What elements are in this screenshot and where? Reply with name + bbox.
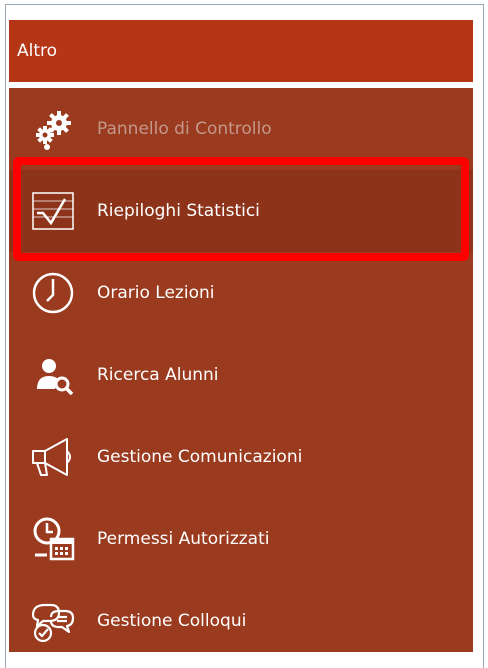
gears-icon [27, 103, 79, 155]
menu-item-orario-lezioni[interactable]: Orario Lezioni [9, 252, 473, 334]
megaphone-icon [27, 431, 79, 483]
menu-item-label: Gestione Colloqui [97, 611, 247, 631]
section-header: Altro [9, 20, 473, 82]
clock-icon [27, 267, 79, 319]
menu-item-label: Riepiloghi Statistici [97, 201, 260, 221]
menu-item-pannello-di-controllo[interactable]: Pannello di Controllo [9, 88, 473, 170]
menu-item-label: Permessi Autorizzati [97, 529, 270, 549]
section-title: Altro [17, 41, 58, 61]
chat-bubbles-icon [27, 595, 79, 647]
menu-item-label: Ricerca Alunni [97, 365, 219, 385]
menu-item-ricerca-alunni[interactable]: Ricerca Alunni [9, 334, 473, 416]
clock-calendar-icon [27, 513, 79, 565]
chart-icon [27, 185, 79, 237]
user-search-icon [27, 349, 79, 401]
menu-list: Pannello di Controllo Riepiloghi Statist… [9, 88, 473, 652]
menu-item-permessi-autorizzati[interactable]: Permessi Autorizzati [9, 498, 473, 580]
menu-item-riepiloghi-statistici[interactable]: Riepiloghi Statistici [9, 170, 473, 252]
menu-item-label: Orario Lezioni [97, 283, 215, 303]
menu-item-label: Pannello di Controllo [97, 119, 272, 139]
menu-item-gestione-comunicazioni[interactable]: Gestione Comunicazioni [9, 416, 473, 498]
menu-item-label: Gestione Comunicazioni [97, 447, 303, 467]
menu-item-gestione-colloqui[interactable]: Gestione Colloqui [9, 580, 473, 662]
